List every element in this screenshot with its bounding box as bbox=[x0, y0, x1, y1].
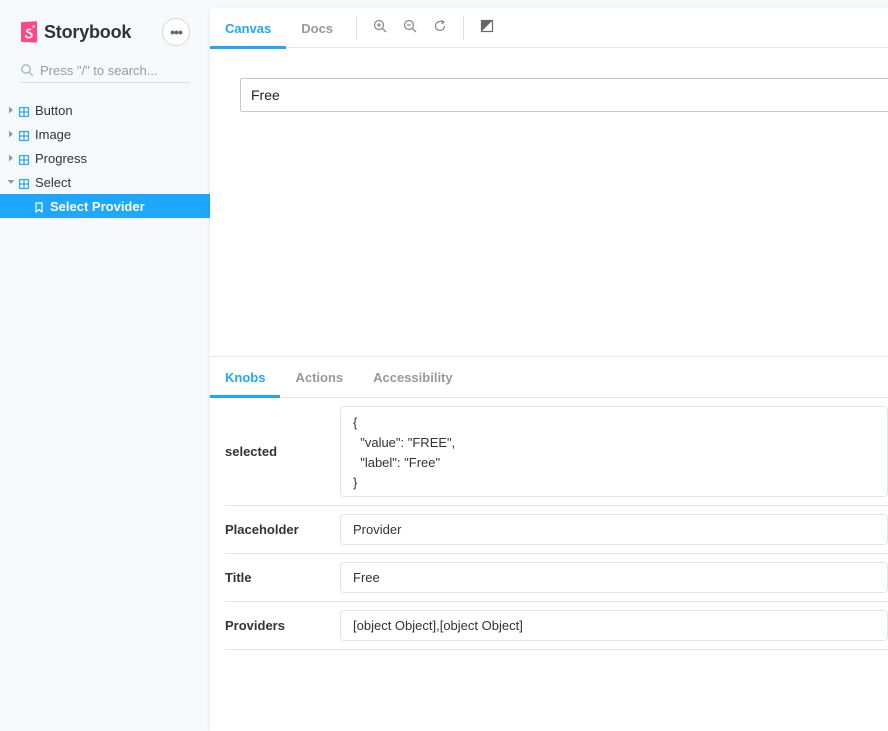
story-canvas: Free bbox=[210, 48, 888, 356]
addon-tabs: Knobs Actions Accessibility bbox=[210, 357, 888, 398]
zoom-out-button[interactable] bbox=[395, 8, 425, 48]
tab-knobs[interactable]: Knobs bbox=[210, 357, 281, 398]
zoom-in-icon bbox=[373, 19, 387, 38]
knob-label: Placeholder bbox=[225, 522, 299, 537]
zoom-out-icon bbox=[403, 19, 417, 38]
json-line: { bbox=[353, 415, 358, 430]
knobs-list: selected { "value": "FREE", "label": "Fr… bbox=[225, 398, 888, 650]
tab-accessibility[interactable]: Accessibility bbox=[358, 357, 468, 397]
bookmark-icon bbox=[34, 201, 44, 213]
sidebar-item-select-provider[interactable]: Select Provider bbox=[0, 194, 210, 218]
background-icon bbox=[480, 19, 494, 38]
zoom-in-button[interactable] bbox=[365, 8, 395, 48]
sidebar-item-progress[interactable]: Progress bbox=[0, 146, 210, 170]
zoom-reset-button[interactable] bbox=[425, 8, 455, 48]
providers-field[interactable]: [object Object],[object Object] bbox=[340, 610, 888, 641]
component-icon bbox=[19, 129, 30, 142]
json-line: "value": "FREE", bbox=[353, 435, 456, 450]
background-button[interactable] bbox=[472, 8, 502, 48]
caret-right-icon bbox=[7, 106, 15, 114]
tab-canvas[interactable]: Canvas bbox=[210, 8, 287, 49]
provider-select[interactable]: Free bbox=[240, 78, 888, 112]
sidebar-item-label: Select Provider bbox=[50, 198, 145, 214]
story-tree: Button Image Progress Select Select Prov… bbox=[0, 98, 210, 218]
sidebar-item-label: Select bbox=[35, 174, 72, 190]
knob-row: Placeholder Provider bbox=[225, 506, 888, 554]
caret-down-icon bbox=[7, 178, 15, 186]
selected-json-field[interactable]: { "value": "FREE", "label": "Free" } bbox=[340, 406, 888, 497]
sidebar-menu-button[interactable]: ••• bbox=[162, 18, 190, 46]
sidebar-item-label: Progress bbox=[35, 150, 88, 166]
title-field[interactable]: Free bbox=[340, 562, 888, 593]
addons-panel: Knobs Actions Accessibility selected { "… bbox=[210, 356, 888, 731]
toolbar: Canvas Docs bbox=[210, 8, 888, 49]
tab-docs[interactable]: Docs bbox=[286, 8, 348, 48]
component-icon bbox=[19, 153, 30, 166]
storybook-logo[interactable]: Storybook bbox=[20, 20, 131, 44]
toolbar-divider bbox=[356, 15, 358, 40]
component-icon bbox=[19, 177, 30, 190]
sidebar-item-label: Button bbox=[35, 102, 73, 118]
sidebar-item-select[interactable]: Select bbox=[0, 170, 210, 194]
brand-name: Storybook bbox=[44, 21, 132, 42]
ellipsis-icon: ••• bbox=[170, 24, 183, 40]
toolbar-divider bbox=[463, 15, 465, 40]
knob-row: Title Free bbox=[225, 554, 888, 602]
knob-row: Providers [object Object],[object Object… bbox=[225, 602, 888, 650]
caret-right-icon bbox=[7, 154, 15, 162]
search-bar[interactable] bbox=[20, 58, 190, 83]
json-line: "label": "Free" bbox=[353, 455, 441, 470]
knob-label: selected bbox=[225, 444, 278, 459]
sidebar-item-label: Image bbox=[35, 126, 72, 142]
tab-actions[interactable]: Actions bbox=[280, 357, 358, 397]
sidebar: Storybook ••• Button bbox=[0, 0, 210, 731]
component-icon bbox=[19, 105, 30, 118]
knob-label: Title bbox=[225, 570, 252, 585]
knob-row: selected { "value": "FREE", "label": "Fr… bbox=[225, 398, 888, 506]
storybook-logo-icon bbox=[20, 21, 38, 43]
sidebar-item-button[interactable]: Button bbox=[0, 98, 210, 122]
search-icon bbox=[20, 63, 34, 77]
search-input[interactable] bbox=[40, 62, 180, 78]
json-line: } bbox=[353, 475, 358, 490]
caret-right-icon bbox=[7, 130, 15, 138]
placeholder-field[interactable]: Provider bbox=[340, 514, 888, 545]
sidebar-item-image[interactable]: Image bbox=[0, 122, 210, 146]
zoom-reset-icon bbox=[433, 19, 447, 38]
main-panel: Canvas Docs Free Knobs Actions Accessibi… bbox=[210, 8, 888, 731]
knob-label: Providers bbox=[225, 618, 285, 633]
